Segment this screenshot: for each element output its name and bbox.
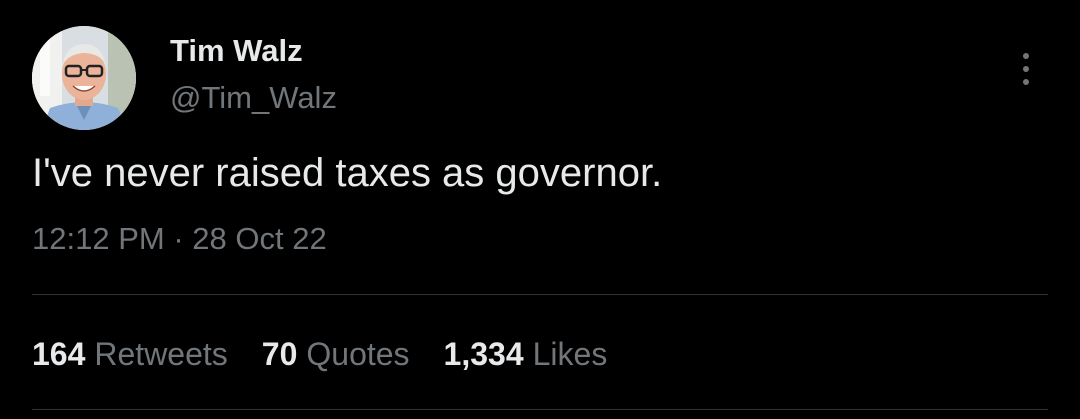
more-options-button[interactable]: [1008, 44, 1044, 94]
tweet-text: I've never raised taxes as governor.: [32, 151, 663, 195]
more-vertical-icon-dot: [1023, 66, 1029, 72]
engagement-stats: 164 Retweets 70 Quotes 1,334 Likes: [32, 334, 607, 374]
quotes-label: Quotes: [306, 336, 410, 372]
quotes-stat[interactable]: 70 Quotes: [262, 334, 410, 374]
divider: [32, 409, 1048, 410]
tweet-card: Tim Walz @Tim_Walz I've never raised tax…: [0, 0, 1080, 419]
avatar[interactable]: [32, 26, 136, 130]
tweet-timestamp[interactable]: 12:12 PM · 28 Oct 22: [32, 221, 327, 257]
author-display-name[interactable]: Tim Walz: [170, 33, 303, 69]
likes-stat[interactable]: 1,334 Likes: [444, 334, 608, 374]
quotes-count: 70: [261, 336, 298, 372]
avatar-photo-icon: [32, 26, 136, 130]
retweets-count: 164: [32, 336, 86, 372]
author-handle[interactable]: @Tim_Walz: [170, 80, 337, 116]
tweet-date: 28 Oct 22: [192, 221, 327, 256]
retweets-stat[interactable]: 164 Retweets: [32, 334, 228, 374]
timestamp-separator: ·: [173, 221, 184, 256]
divider: [32, 294, 1048, 295]
retweets-label: Retweets: [94, 336, 228, 372]
more-vertical-icon-dot: [1023, 79, 1029, 85]
more-vertical-icon: [1023, 53, 1029, 59]
tweet-time: 12:12 PM: [32, 221, 165, 256]
likes-label: Likes: [532, 336, 608, 372]
likes-count: 1,334: [443, 336, 524, 372]
